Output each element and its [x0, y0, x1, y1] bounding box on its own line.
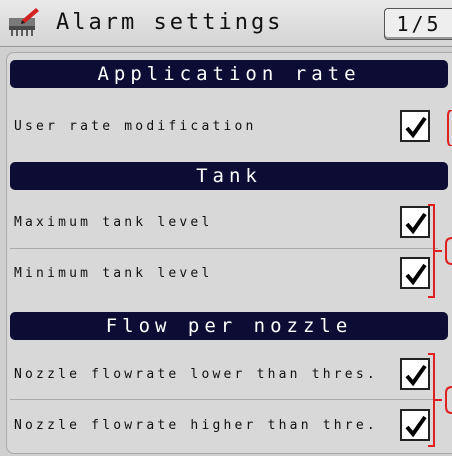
bracket-icon — [447, 110, 452, 146]
section-header-flow-per-nozzle: Flow per nozzle — [10, 312, 448, 340]
checkmark-icon — [405, 116, 427, 139]
bracket-icon — [428, 353, 452, 447]
row-divider — [10, 399, 438, 400]
setting-label: Minimum tank level — [14, 266, 213, 281]
setting-label: Maximum tank level — [14, 215, 213, 230]
bracket-icon — [428, 204, 452, 298]
page-title: Alarm settings — [56, 10, 284, 35]
setting-row-minimum-tank-level[interactable]: Minimum tank level — [10, 249, 448, 299]
section-header-application-rate: Application rate — [10, 60, 448, 88]
sprayer-edit-icon — [6, 6, 40, 38]
setting-label: Nozzle flowrate lower than thres. — [14, 367, 378, 382]
page-indicator[interactable]: 1/5 — [384, 8, 452, 40]
user-rate-modification-checkbox[interactable] — [400, 110, 430, 142]
setting-row-maximum-tank-level[interactable]: Maximum tank level — [10, 198, 448, 248]
setting-row-user-rate-modification[interactable]: User rate modification — [10, 102, 448, 152]
section-header-tank: Tank — [10, 162, 448, 190]
setting-row-nozzle-flowrate-higher[interactable]: Nozzle flowrate higher than thre. — [10, 401, 448, 451]
setting-row-nozzle-flowrate-lower[interactable]: Nozzle flowrate lower than thres. — [10, 350, 448, 400]
setting-label: User rate modification — [14, 119, 257, 134]
setting-label: Nozzle flowrate higher than thre. — [14, 418, 378, 433]
title-bar: Alarm settings 1/5 — [0, 0, 452, 47]
